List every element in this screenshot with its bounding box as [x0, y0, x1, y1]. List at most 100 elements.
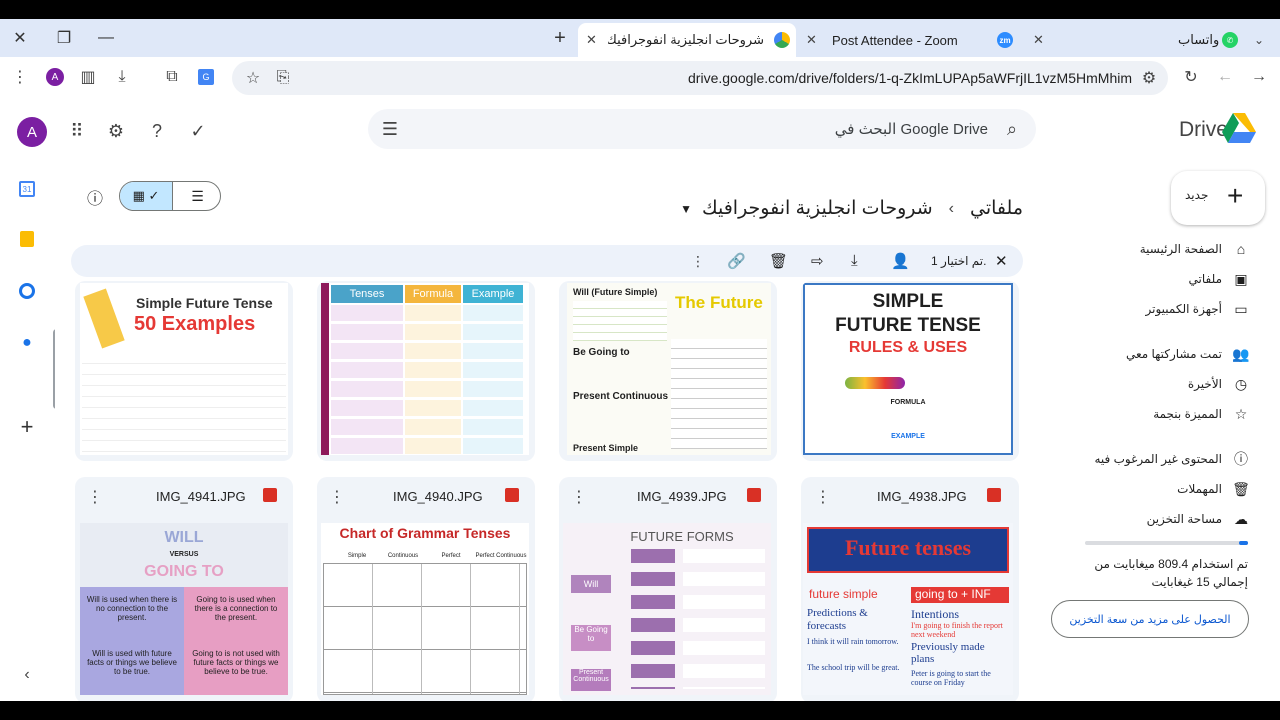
back-icon[interactable]: →	[1248, 66, 1270, 88]
copy-link-icon[interactable]: 🔗	[727, 252, 746, 270]
address-bar[interactable]: ☆ ⎘ drive.google.com/drive/folders/1-q-Z…	[232, 61, 1168, 95]
file-card[interactable]: Tenses Formula Example	[317, 281, 535, 461]
drive-favicon-icon	[774, 32, 790, 48]
nav-storage[interactable]: مساحة التخزين ☁	[1147, 507, 1250, 531]
sidebar-icon[interactable]: ▥	[77, 66, 99, 88]
forward-icon[interactable]: ←	[1214, 66, 1236, 88]
breadcrumb-separator: ›	[948, 199, 954, 217]
help-icon[interactable]: ?	[145, 119, 169, 143]
breadcrumb-root[interactable]: ملفاتي	[970, 197, 1023, 220]
close-tab-icon[interactable]: ✕	[806, 32, 817, 48]
apps-grid-icon[interactable]: ⠿	[65, 119, 89, 143]
image-file-icon	[987, 488, 1001, 502]
nav-trash[interactable]: المهملات 🗑	[1177, 477, 1250, 501]
details-info-icon[interactable]: ⓘ	[87, 185, 103, 209]
keep-icon[interactable]	[15, 227, 39, 251]
clear-selection-icon[interactable]: ✕	[995, 252, 1008, 270]
download-icon[interactable]: ⤓	[111, 66, 133, 88]
star-icon: ☆	[1234, 405, 1248, 422]
translate-icon[interactable]: G	[195, 66, 217, 88]
search-icon[interactable]: ⌕	[1000, 117, 1024, 141]
file-card[interactable]: SIMPLE FUTURE TENSE RULES & USES FORMULA…	[801, 281, 1019, 461]
folder-dropdown-icon[interactable]: ▼	[680, 202, 692, 216]
tasks-icon[interactable]	[15, 279, 39, 303]
grid-view-button[interactable]: ▦ ✓	[120, 182, 172, 210]
tab-drive[interactable]: ✕ شروحات انجليزية انفوجرافيك - ive	[578, 23, 796, 57]
image-file-icon	[505, 488, 519, 502]
trash-icon[interactable]: 🗑	[769, 252, 788, 270]
home-icon: ⌂	[1236, 241, 1246, 257]
cloud-icon: ☁	[1234, 510, 1248, 527]
search-input[interactable]: البحث في Google Drive	[835, 120, 988, 138]
people-icon: 👥	[1232, 345, 1250, 362]
new-button[interactable]: جديد +	[1171, 171, 1265, 225]
nav-my-files[interactable]: ملفاتي ▣	[1189, 267, 1250, 291]
share-icon[interactable]: 👤	[891, 252, 910, 270]
restore-window-icon[interactable]: ❐	[52, 26, 76, 50]
plus-icon: +	[1227, 180, 1244, 211]
computer-icon: ▭	[1234, 300, 1248, 317]
move-icon[interactable]: ⇨	[811, 252, 824, 270]
close-tab-icon[interactable]: ✕	[586, 32, 597, 48]
clock-icon: ◷	[1234, 375, 1248, 392]
tab-list-chevron-icon[interactable]: ⌄	[1254, 33, 1264, 47]
file-card[interactable]: Will (Future Simple) The Future Be Going…	[559, 281, 777, 461]
nav-recent[interactable]: الأخيرة ◷	[1188, 372, 1250, 396]
nav-home[interactable]: الصفحة الرئيسية ⌂	[1140, 237, 1250, 261]
nav-shared[interactable]: تمت مشاركتها معي 👥	[1126, 342, 1250, 366]
pencil-illustration-icon	[83, 288, 125, 349]
offline-ready-icon[interactable]: ✓	[186, 119, 210, 143]
reload-icon[interactable]: ↻	[1180, 66, 1202, 88]
new-tab-icon[interactable]: +	[548, 26, 572, 50]
drive-header: A ⠿ ⚙ ? ✓ ☰ البحث في Google Drive ⌕ Driv…	[0, 101, 1280, 161]
storage-text: تم استخدام 809.4 ميغابايت من إجمالي 15 غ…	[1094, 557, 1248, 589]
download-icon[interactable]: ⤓	[851, 252, 858, 269]
url-text: drive.google.com/drive/folders/1-q-ZkImL…	[688, 70, 1132, 86]
more-options-icon[interactable]: ⋮	[571, 487, 587, 507]
menu-dots-icon[interactable]: ⋮	[9, 66, 31, 88]
whatsapp-favicon-icon: ✆	[1222, 32, 1238, 48]
storage-bar	[1085, 541, 1248, 545]
extensions-icon[interactable]: ⧉	[161, 66, 183, 88]
calendar-icon[interactable]: 31	[15, 177, 39, 201]
settings-icon[interactable]: ⚙	[104, 119, 128, 143]
more-options-icon[interactable]: ⋮	[329, 487, 345, 507]
account-avatar[interactable]: A	[17, 117, 47, 147]
file-card[interactable]: ⋮ IMG_4939.JPG FUTURE FORMS Will Be Goin…	[559, 477, 777, 701]
browser-toolbar: ⋮ A ▥ ⤓ ⧉ G ☆ ⎘ drive.google.com/drive/f…	[0, 57, 1280, 99]
close-window-icon[interactable]: ✕	[8, 26, 32, 50]
nav-spam[interactable]: المحتوى غير المرغوب فيه ⓘ	[1094, 447, 1250, 471]
tab-whatsapp[interactable]: واتساب ✆ ⌄	[1170, 23, 1280, 57]
breadcrumb-folder[interactable]: شروحات انجليزية انفوجرافيك	[702, 197, 933, 220]
more-actions-icon[interactable]: ⋮	[691, 253, 705, 270]
profile-icon[interactable]: A	[44, 66, 66, 88]
file-thumbnail: Will (Future Simple) The Future Be Going…	[567, 283, 771, 455]
search-box[interactable]: ☰ البحث في Google Drive ⌕	[368, 109, 1036, 149]
file-thumbnail: Tenses Formula Example	[321, 283, 529, 455]
file-card[interactable]: Simple Future Tense 50 Examples	[75, 281, 293, 461]
tab-zoom[interactable]: ✕ Post Attendee - Zoom zm ✕	[800, 23, 1056, 57]
nav-computers[interactable]: أجهزة الكمبيوتر ▭	[1146, 297, 1250, 321]
list-view-button[interactable]: ☰	[172, 182, 222, 210]
tab-title: واتساب	[1178, 32, 1220, 47]
minimize-window-icon[interactable]: —	[94, 26, 118, 50]
get-more-storage-button[interactable]: الحصول على مزيد من سعة التخزين	[1051, 600, 1249, 638]
more-options-icon[interactable]: ⋮	[87, 487, 103, 507]
file-card[interactable]: ⋮ IMG_4938.JPG Future tenses future simp…	[801, 477, 1019, 701]
install-app-icon[interactable]: ⎘	[272, 67, 294, 89]
file-name: IMG_4940.JPG	[393, 489, 483, 504]
close-tab-icon[interactable]: ✕	[1033, 32, 1044, 48]
nav-starred[interactable]: المميزة بنجمة ☆	[1153, 402, 1250, 426]
site-settings-icon[interactable]: ⚙	[1138, 67, 1160, 89]
collapse-panel-icon[interactable]: ‹	[15, 663, 39, 687]
contacts-icon[interactable]: ●	[15, 331, 39, 355]
selection-bar: ⋮ 🔗 🗑 ⇨ ⤓ 👤 تم اختيار 1. ✕	[71, 245, 1023, 277]
file-card[interactable]: ⋮ IMG_4941.JPG WILL VERSUS GOING TO Will…	[75, 477, 293, 701]
tab-title: Post Attendee - Zoom	[832, 32, 958, 48]
file-card[interactable]: ⋮ IMG_4940.JPG Chart of Grammar Tenses S…	[317, 477, 535, 701]
add-addon-icon[interactable]: +	[15, 414, 39, 439]
bookmark-star-icon[interactable]: ☆	[242, 67, 264, 89]
search-filters-icon[interactable]: ☰	[378, 117, 402, 141]
drive-folder-icon: ▣	[1234, 270, 1248, 287]
more-options-icon[interactable]: ⋮	[815, 487, 831, 507]
